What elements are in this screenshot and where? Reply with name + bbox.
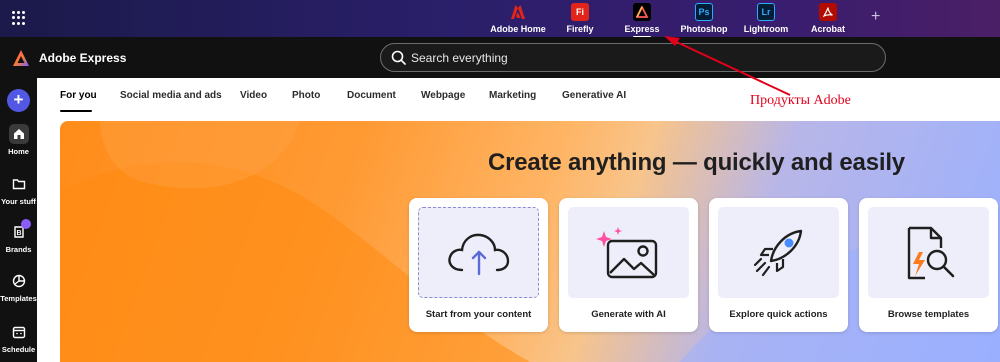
card-label: Start from your content: [425, 309, 532, 320]
app-label: Firefly: [566, 24, 594, 34]
sidebar-item-label: Your stuff: [1, 197, 36, 206]
sidebar-item-your-stuff[interactable]: Your stuff: [0, 174, 37, 206]
app-label: Acrobat: [810, 24, 845, 34]
hero-title: Create anything — quickly and easily: [488, 149, 905, 176]
card-label: Explore quick actions: [729, 309, 828, 320]
brand-icon: B: [9, 219, 31, 242]
app-acrobat[interactable]: Acrobat: [796, 3, 860, 34]
plus-icon[interactable]: +: [871, 8, 880, 26]
hero-banner: Create anything — quickly and easily Sta…: [60, 121, 1000, 362]
tab-generative-ai[interactable]: Generative AI: [562, 90, 626, 101]
firefly-icon: Fi: [571, 3, 589, 21]
search-placeholder: Search everything: [411, 51, 508, 65]
app-express[interactable]: Express: [610, 3, 674, 38]
tab-photo[interactable]: Photo: [292, 90, 320, 101]
card-browse-templates[interactable]: Browse templates: [859, 198, 998, 332]
card-label: Browse templates: [887, 309, 970, 320]
app-label: Lightroom: [743, 24, 789, 34]
sidebar-item-brands[interactable]: B Brands: [0, 219, 37, 254]
card-explore-quick-actions[interactable]: Explore quick actions: [709, 198, 848, 332]
calendar-icon: [9, 322, 29, 342]
crown-badge-icon: [20, 219, 31, 229]
acrobat-icon: [819, 3, 837, 21]
tab-marketing[interactable]: Marketing: [489, 90, 536, 101]
photoshop-icon: Ps: [695, 3, 713, 21]
search-icon: [391, 50, 406, 65]
active-tab-indicator: [60, 110, 92, 112]
category-tabs: For you Social media and ads Video Photo…: [37, 78, 1000, 116]
create-button[interactable]: +: [7, 89, 30, 112]
app-label: Express: [624, 24, 660, 34]
home-icon: [8, 124, 29, 144]
sidebar-item-label: Brands: [5, 245, 32, 254]
card-start-from-content[interactable]: Start from your content: [409, 198, 548, 332]
folder-icon: [9, 174, 29, 194]
tab-document[interactable]: Document: [347, 90, 396, 101]
templates-icon: [9, 271, 29, 291]
app-firefly[interactable]: Fi Firefly: [548, 3, 612, 34]
app-lightroom[interactable]: Lr Lightroom: [734, 3, 798, 34]
sidebar-item-home[interactable]: Home: [0, 124, 37, 156]
brand-name: Adobe Express: [39, 51, 127, 65]
app-label: Adobe Home: [490, 24, 546, 34]
tab-for-you[interactable]: For you: [60, 90, 97, 101]
sidebar-item-schedule[interactable]: Schedule: [0, 322, 37, 354]
app-adobe-home[interactable]: Adobe Home: [486, 3, 550, 34]
ai-image-icon: [595, 226, 657, 278]
template-search-icon: [907, 226, 954, 279]
app-photoshop[interactable]: Ps Photoshop: [672, 3, 736, 34]
rocket-icon: [753, 229, 802, 276]
sidebar-item-templates[interactable]: Templates: [0, 271, 37, 303]
card-thumbnail: [418, 207, 539, 298]
card-thumbnail: [568, 207, 689, 298]
tab-video[interactable]: Video: [240, 90, 267, 101]
tab-social-media-and-ads[interactable]: Social media and ads: [120, 90, 222, 101]
adobe-express-logo-icon[interactable]: [12, 49, 30, 67]
card-label: Generate with AI: [591, 309, 666, 320]
search-input[interactable]: Search everything: [380, 43, 886, 72]
express-logo-icon: [633, 3, 651, 21]
app-grid-icon[interactable]: [12, 11, 26, 25]
cloud-upload-icon: [447, 233, 509, 275]
tab-webpage[interactable]: Webpage: [421, 90, 465, 101]
annotation-text: Продукты Adobe: [750, 93, 851, 108]
sidebar-item-label: Home: [8, 147, 29, 156]
left-sidebar: + Home Your stuff B Brands Templates Sch…: [0, 78, 37, 362]
sidebar-item-label: Templates: [0, 294, 37, 303]
svg-text:B: B: [16, 230, 21, 237]
adobe-logo-icon: [509, 3, 527, 21]
top-header: Adobe Express Search everything: [0, 37, 1000, 78]
card-generate-with-ai[interactable]: Generate with AI: [559, 198, 698, 332]
card-thumbnail: [718, 207, 839, 298]
card-thumbnail: [868, 207, 989, 298]
lightroom-icon: Lr: [757, 3, 775, 21]
sidebar-item-label: Schedule: [1, 345, 36, 354]
app-switcher-bar: Adobe Home Fi Firefly Express Ps Photosh…: [0, 0, 1000, 38]
app-label: Photoshop: [680, 24, 728, 34]
